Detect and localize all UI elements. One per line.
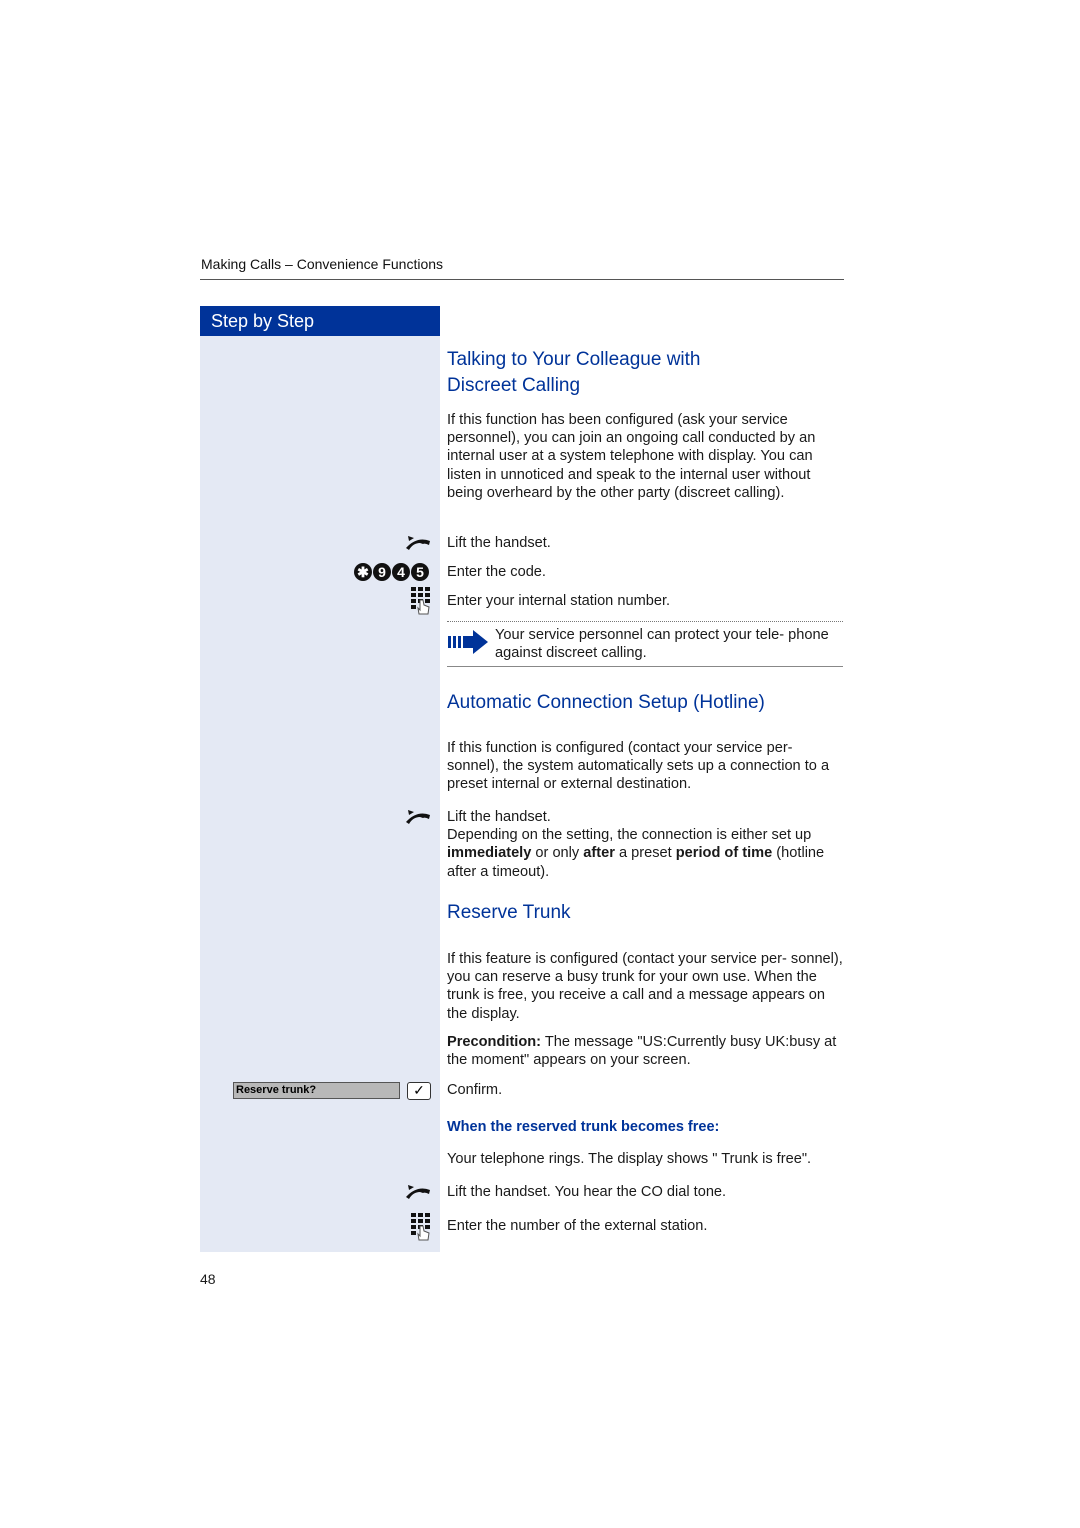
note-rule-top bbox=[447, 621, 843, 623]
title-line-1: Talking to Your Colleague with bbox=[447, 349, 701, 370]
lift-co-text: Lift the handset. You hear the CO dial t… bbox=[447, 1184, 727, 1200]
detail-text: a preset bbox=[614, 845, 676, 862]
lift-handset-icon bbox=[406, 1185, 430, 1199]
hotline-intro: If this function is configured (contact … bbox=[447, 740, 830, 793]
rings-text: Your telephone rings. The display shows … bbox=[447, 1151, 812, 1167]
code-keys-icon: ✱ 9 4 5 bbox=[353, 563, 429, 581]
detail-bold-period: period of time bbox=[675, 845, 773, 862]
lift-handset-icon bbox=[406, 536, 430, 550]
running-head: Making Calls – Convenience Functions bbox=[201, 256, 444, 272]
sidebar-title-text: Step by Step bbox=[211, 311, 315, 331]
subhead-trunk-free: When the reserved trunk becomes free: bbox=[447, 1119, 720, 1135]
detail-bold-immediately: immediately bbox=[447, 845, 532, 862]
step-enter-station: Enter your internal station number. bbox=[447, 593, 671, 609]
confirm-button[interactable]: ✓ bbox=[407, 1082, 431, 1100]
hotline-step: Lift the handset. Depending on the setti… bbox=[447, 808, 847, 881]
keypad-icon bbox=[411, 1213, 430, 1241]
section-title-reserve-trunk: Reserve Trunk bbox=[447, 902, 571, 923]
hotline-detail: Depending on the setting, the connection… bbox=[447, 826, 847, 881]
enter-external-text: Enter the number of the external station… bbox=[447, 1218, 708, 1234]
precondition-label: Precondition: bbox=[447, 1034, 542, 1050]
note-text: Your service personnel can protect your … bbox=[495, 627, 829, 662]
detail-text: Depending on the setting, the connection… bbox=[447, 827, 812, 844]
page-number: 48 bbox=[200, 1271, 216, 1287]
sidebar-title: Step by Step bbox=[200, 306, 440, 336]
display-prompt-reserve-trunk[interactable]: Reserve trunk? bbox=[233, 1082, 400, 1099]
confirm-text: Confirm. bbox=[447, 1082, 503, 1098]
reserve-intro: If this feature is configured (contact y… bbox=[447, 951, 843, 1022]
star-key: ✱ bbox=[354, 563, 372, 581]
header-rule bbox=[200, 279, 844, 280]
key-4: 4 bbox=[392, 563, 410, 581]
detail-text: or only bbox=[531, 845, 584, 862]
lift-handset-icon bbox=[406, 810, 430, 824]
step-by-step-sidebar bbox=[200, 306, 440, 1252]
step-enter-code: Enter the code. bbox=[447, 564, 546, 580]
key-9: 9 bbox=[373, 563, 391, 581]
section-title-hotline: Automatic Connection Setup (Hotline) bbox=[447, 692, 765, 713]
title-line-2: Discreet Calling bbox=[447, 375, 581, 396]
section-title-discreet-calling: Talking to Your Colleague with Discreet … bbox=[447, 347, 701, 399]
hotline-step-lift: Lift the handset. bbox=[447, 809, 551, 825]
detail-bold-after: after bbox=[583, 845, 615, 862]
note-arrow-icon bbox=[448, 630, 488, 654]
note-rule-bottom bbox=[447, 666, 843, 667]
keypad-icon bbox=[411, 587, 430, 615]
step-lift-handset: Lift the handset. bbox=[447, 535, 551, 551]
precondition: Precondition: The message "US:Currently … bbox=[447, 1033, 847, 1069]
discreet-intro: If this function has been configured (as… bbox=[447, 412, 816, 501]
key-5: 5 bbox=[411, 563, 429, 581]
